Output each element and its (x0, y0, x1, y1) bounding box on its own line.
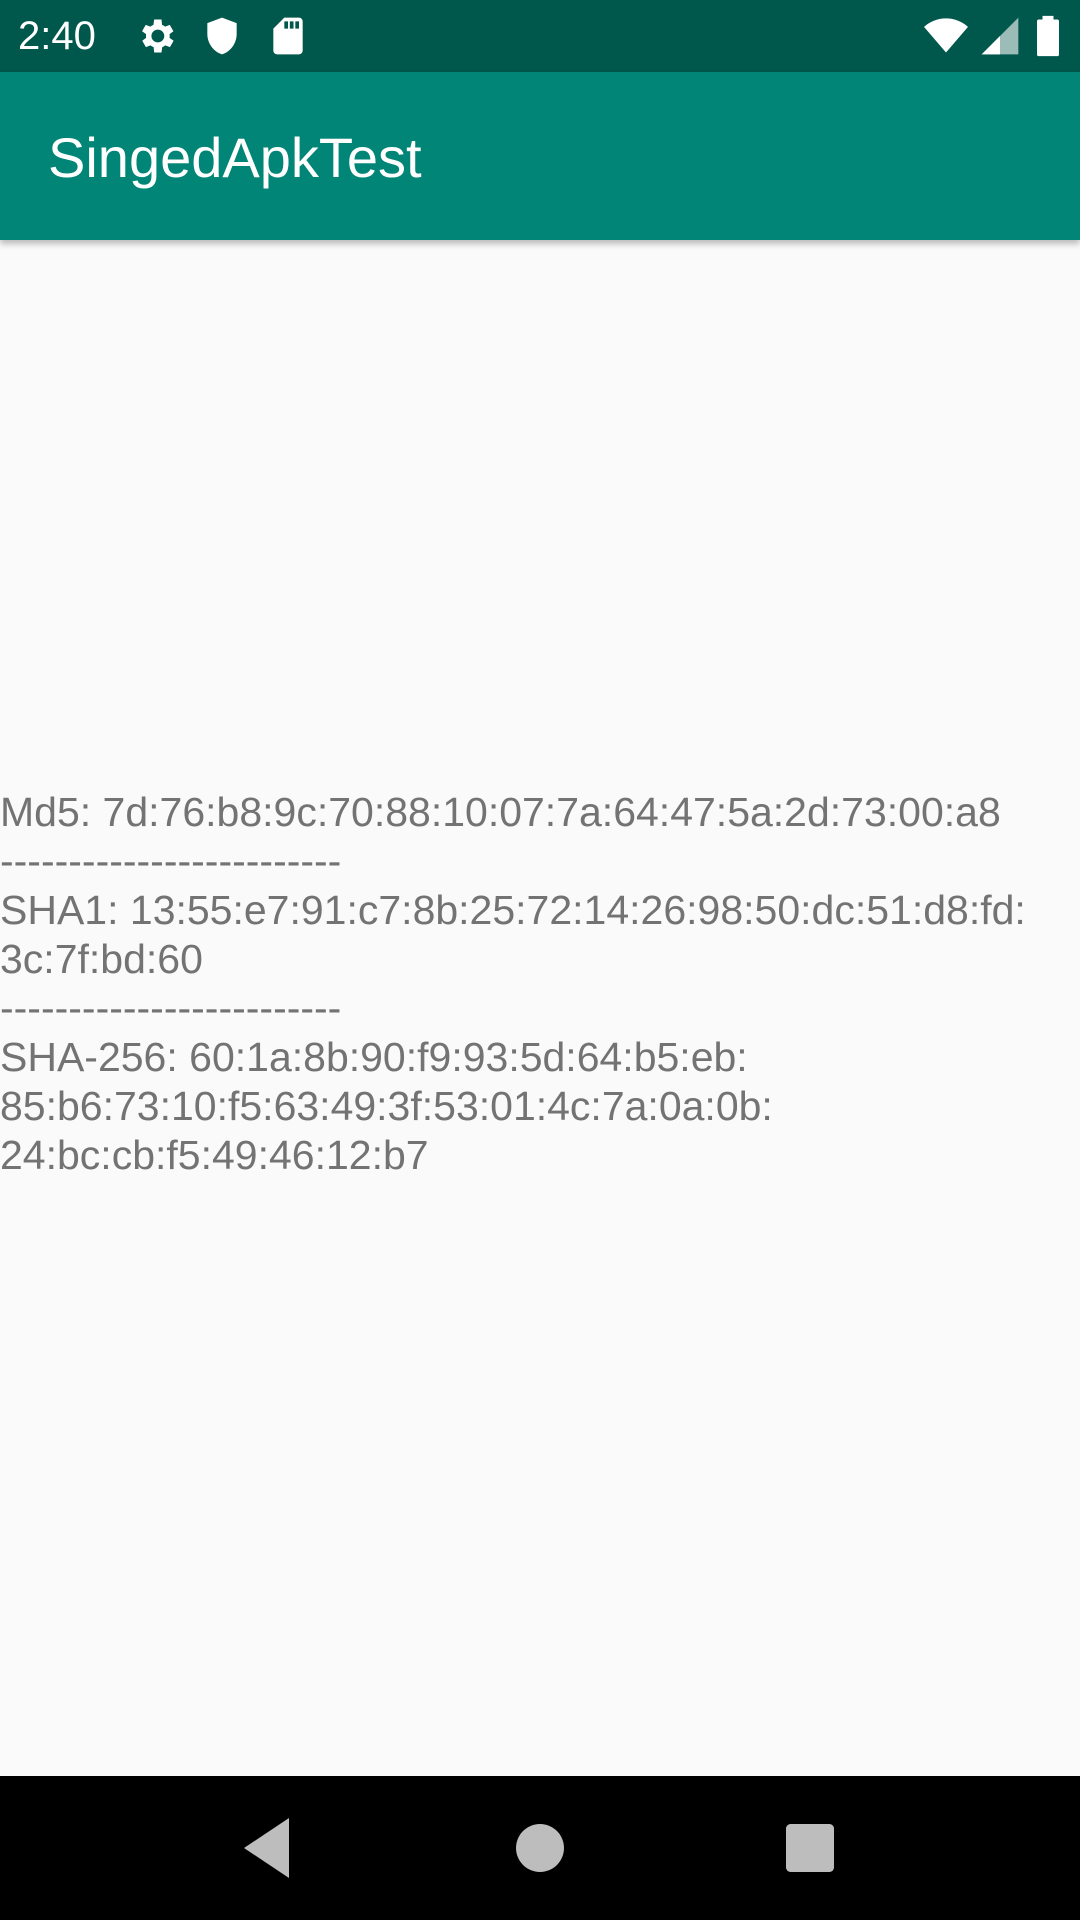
separator-line: ------------------------- (0, 985, 342, 1031)
signature-hash-text: Md5: 7d:76:b8:9c:70:88:10:07:7a:64:47:5a… (0, 788, 1060, 1180)
sha1-line: SHA1: 13:55:e7:91:c7:8b:25:72:14:26:98:5… (0, 887, 1026, 933)
back-icon[interactable] (232, 1812, 304, 1884)
sha256-line-continued: 24:bc:cb:f5:49:46:12:b7 (0, 1132, 429, 1178)
sha256-line: SHA-256: 60:1a:8b:90:f9:93:5d:64:b5:eb: (0, 1034, 748, 1080)
sha1-line-continued: 3c:7f:bd:60 (0, 936, 203, 982)
content-area: Md5: 7d:76:b8:9c:70:88:10:07:7a:64:47:5a… (0, 240, 1080, 1776)
signal-icon (978, 14, 1022, 58)
status-time: 2:40 (18, 14, 96, 58)
sha256-line-continued: 85:b6:73:10:f5:63:49:3f:53:01:4c:7a:0a:0… (0, 1083, 773, 1129)
status-bar: 2:40 (0, 0, 1080, 72)
battery-icon (1030, 14, 1066, 58)
recents-icon[interactable] (774, 1812, 846, 1884)
md5-line: Md5: 7d:76:b8:9c:70:88:10:07:7a:64:47:5a… (0, 789, 1001, 835)
separator-line: ------------------------- (0, 838, 342, 884)
sd-card-icon (266, 14, 310, 58)
home-icon[interactable] (504, 1812, 576, 1884)
app-bar: SingedApkTest (0, 72, 1080, 240)
gear-icon (134, 14, 178, 58)
app-title: SingedApkTest (48, 126, 422, 189)
screen: 2:40 SingedApkTest Md5: 7d:76:b8:9c:70:8… (0, 0, 1080, 1920)
shield-icon (200, 14, 244, 58)
navigation-bar (0, 1776, 1080, 1920)
wifi-icon (922, 14, 970, 58)
